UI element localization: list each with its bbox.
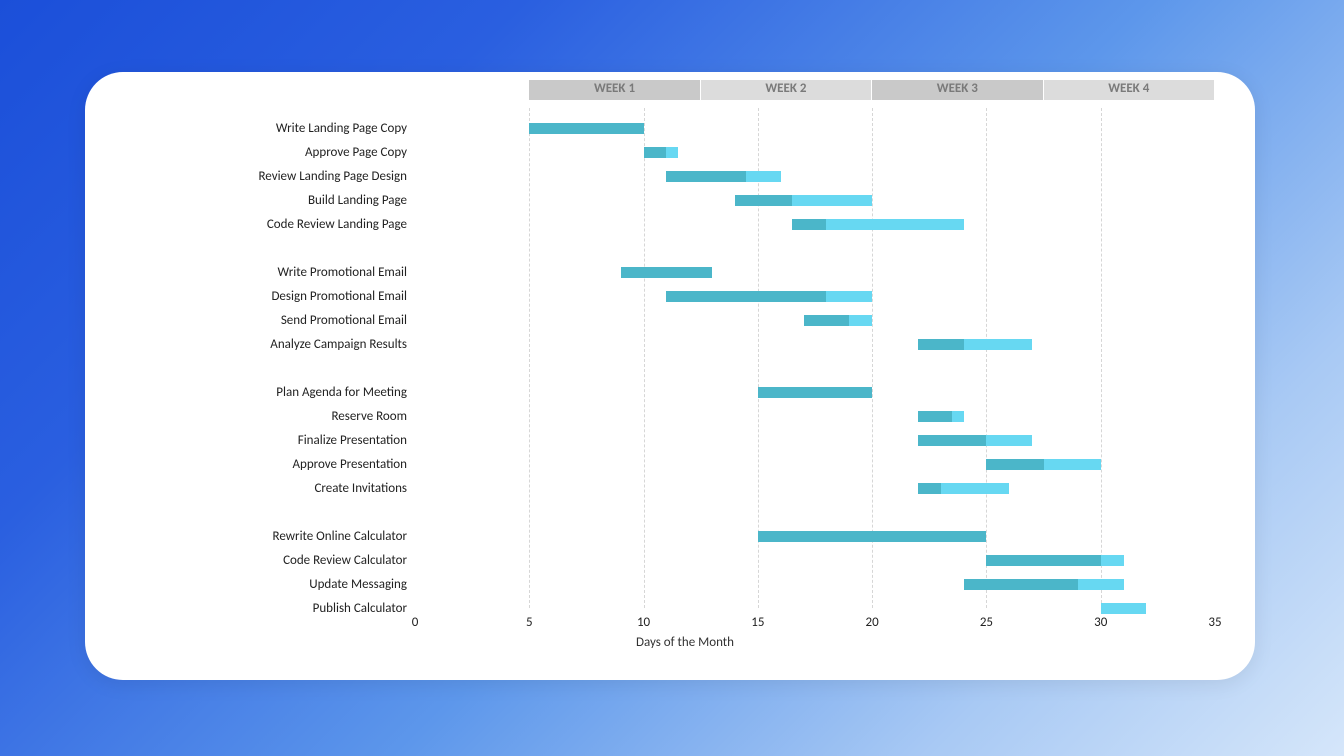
task-bar-segment-primary bbox=[621, 267, 712, 278]
task-bar-segment-secondary bbox=[941, 483, 1010, 494]
task-label: Design Promotional Email bbox=[167, 286, 407, 308]
task-label: Analyze Campaign Results bbox=[167, 334, 407, 356]
task-bar bbox=[735, 195, 872, 206]
task-bar-segment-primary bbox=[804, 315, 850, 326]
task-bar bbox=[964, 579, 1124, 590]
task-label: Finalize Presentation bbox=[167, 430, 407, 452]
task-row: Code Review Landing Page bbox=[155, 214, 1215, 236]
task-bar bbox=[666, 171, 780, 182]
task-bar bbox=[758, 387, 872, 398]
task-bar-segment-secondary bbox=[746, 171, 780, 182]
task-row: Update Messaging bbox=[155, 574, 1215, 596]
task-label: Write Promotional Email bbox=[167, 262, 407, 284]
task-bar-segment-primary bbox=[986, 555, 1100, 566]
task-bar bbox=[918, 483, 1009, 494]
task-bar bbox=[644, 147, 678, 158]
task-bar-segment-primary bbox=[644, 147, 667, 158]
task-bar-segment-secondary bbox=[666, 147, 677, 158]
task-row: Write Promotional Email bbox=[155, 262, 1215, 284]
week-header-cell: WEEK 4 bbox=[1044, 80, 1215, 100]
task-label: Publish Calculator bbox=[167, 598, 407, 620]
task-label: Rewrite Online Calculator bbox=[167, 526, 407, 548]
task-label: Code Review Calculator bbox=[167, 550, 407, 572]
task-row: Design Promotional Email bbox=[155, 286, 1215, 308]
task-bar bbox=[792, 219, 963, 230]
task-bar-segment-primary bbox=[986, 459, 1043, 470]
task-row: Publish Calculator bbox=[155, 598, 1215, 620]
task-bar bbox=[621, 267, 712, 278]
task-row: Create Invitations bbox=[155, 478, 1215, 500]
task-label: Create Invitations bbox=[167, 478, 407, 500]
task-row: Build Landing Page bbox=[155, 190, 1215, 212]
task-label: Reserve Room bbox=[167, 406, 407, 428]
task-label: Review Landing Page Design bbox=[167, 166, 407, 188]
task-label: Code Review Landing Page bbox=[167, 214, 407, 236]
task-row: Approve Presentation bbox=[155, 454, 1215, 476]
task-label: Update Messaging bbox=[167, 574, 407, 596]
task-row: Review Landing Page Design bbox=[155, 166, 1215, 188]
task-label: Approve Page Copy bbox=[167, 142, 407, 164]
task-bar-segment-primary bbox=[666, 171, 746, 182]
task-row: Analyze Campaign Results bbox=[155, 334, 1215, 356]
task-bar-segment-primary bbox=[666, 291, 826, 302]
task-label: Build Landing Page bbox=[167, 190, 407, 212]
task-bar bbox=[986, 555, 1123, 566]
task-bar-segment-primary bbox=[918, 435, 987, 446]
week-header: WEEK 1WEEK 2WEEK 3WEEK 4 bbox=[529, 80, 1215, 100]
task-bar-segment-secondary bbox=[964, 339, 1033, 350]
task-bar-segment-primary bbox=[735, 195, 792, 206]
task-bar-segment-primary bbox=[918, 339, 964, 350]
task-row: Reserve Room bbox=[155, 406, 1215, 428]
task-bar bbox=[918, 435, 1032, 446]
task-label: Approve Presentation bbox=[167, 454, 407, 476]
task-bar bbox=[666, 291, 872, 302]
task-bar-segment-primary bbox=[758, 387, 872, 398]
task-bar-segment-secondary bbox=[1101, 555, 1124, 566]
task-bar-segment-secondary bbox=[826, 219, 963, 230]
task-bar bbox=[918, 411, 964, 422]
task-row: Finalize Presentation bbox=[155, 430, 1215, 452]
task-label: Send Promotional Email bbox=[167, 310, 407, 332]
task-row: Write Landing Page Copy bbox=[155, 118, 1215, 140]
task-label: Plan Agenda for Meeting bbox=[167, 382, 407, 404]
task-row: Approve Page Copy bbox=[155, 142, 1215, 164]
task-bar-segment-primary bbox=[792, 219, 826, 230]
x-axis-label: Days of the Month bbox=[155, 635, 1215, 650]
task-bar-segment-secondary bbox=[792, 195, 872, 206]
task-bar bbox=[918, 339, 1032, 350]
week-header-cell: WEEK 2 bbox=[701, 80, 872, 100]
task-bar-segment-primary bbox=[758, 531, 987, 542]
task-bar-segment-secondary bbox=[849, 315, 872, 326]
chart-card: WEEK 1WEEK 2WEEK 3WEEK 405101520253035Wr… bbox=[85, 72, 1255, 680]
week-header-cell: WEEK 1 bbox=[529, 80, 700, 100]
task-bar bbox=[804, 315, 873, 326]
task-bar-segment-secondary bbox=[1044, 459, 1101, 470]
task-bar bbox=[986, 459, 1100, 470]
task-row: Code Review Calculator bbox=[155, 550, 1215, 572]
task-bar bbox=[758, 531, 987, 542]
task-row: Rewrite Online Calculator bbox=[155, 526, 1215, 548]
task-bar-segment-primary bbox=[529, 123, 643, 134]
task-bar bbox=[529, 123, 643, 134]
task-bar-segment-primary bbox=[918, 483, 941, 494]
task-row: Send Promotional Email bbox=[155, 310, 1215, 332]
task-bar-segment-primary bbox=[964, 579, 1078, 590]
task-bar-segment-secondary bbox=[952, 411, 963, 422]
task-bar-segment-secondary bbox=[1078, 579, 1124, 590]
task-bar-segment-secondary bbox=[826, 291, 872, 302]
task-bar-segment-secondary bbox=[1101, 603, 1147, 614]
week-header-cell: WEEK 3 bbox=[872, 80, 1043, 100]
gantt-chart: WEEK 1WEEK 2WEEK 3WEEK 405101520253035Wr… bbox=[155, 80, 1215, 650]
task-row: Plan Agenda for Meeting bbox=[155, 382, 1215, 404]
task-bar-segment-primary bbox=[918, 411, 952, 422]
task-label: Write Landing Page Copy bbox=[167, 118, 407, 140]
task-bar bbox=[1101, 603, 1147, 614]
task-bar-segment-secondary bbox=[986, 435, 1032, 446]
